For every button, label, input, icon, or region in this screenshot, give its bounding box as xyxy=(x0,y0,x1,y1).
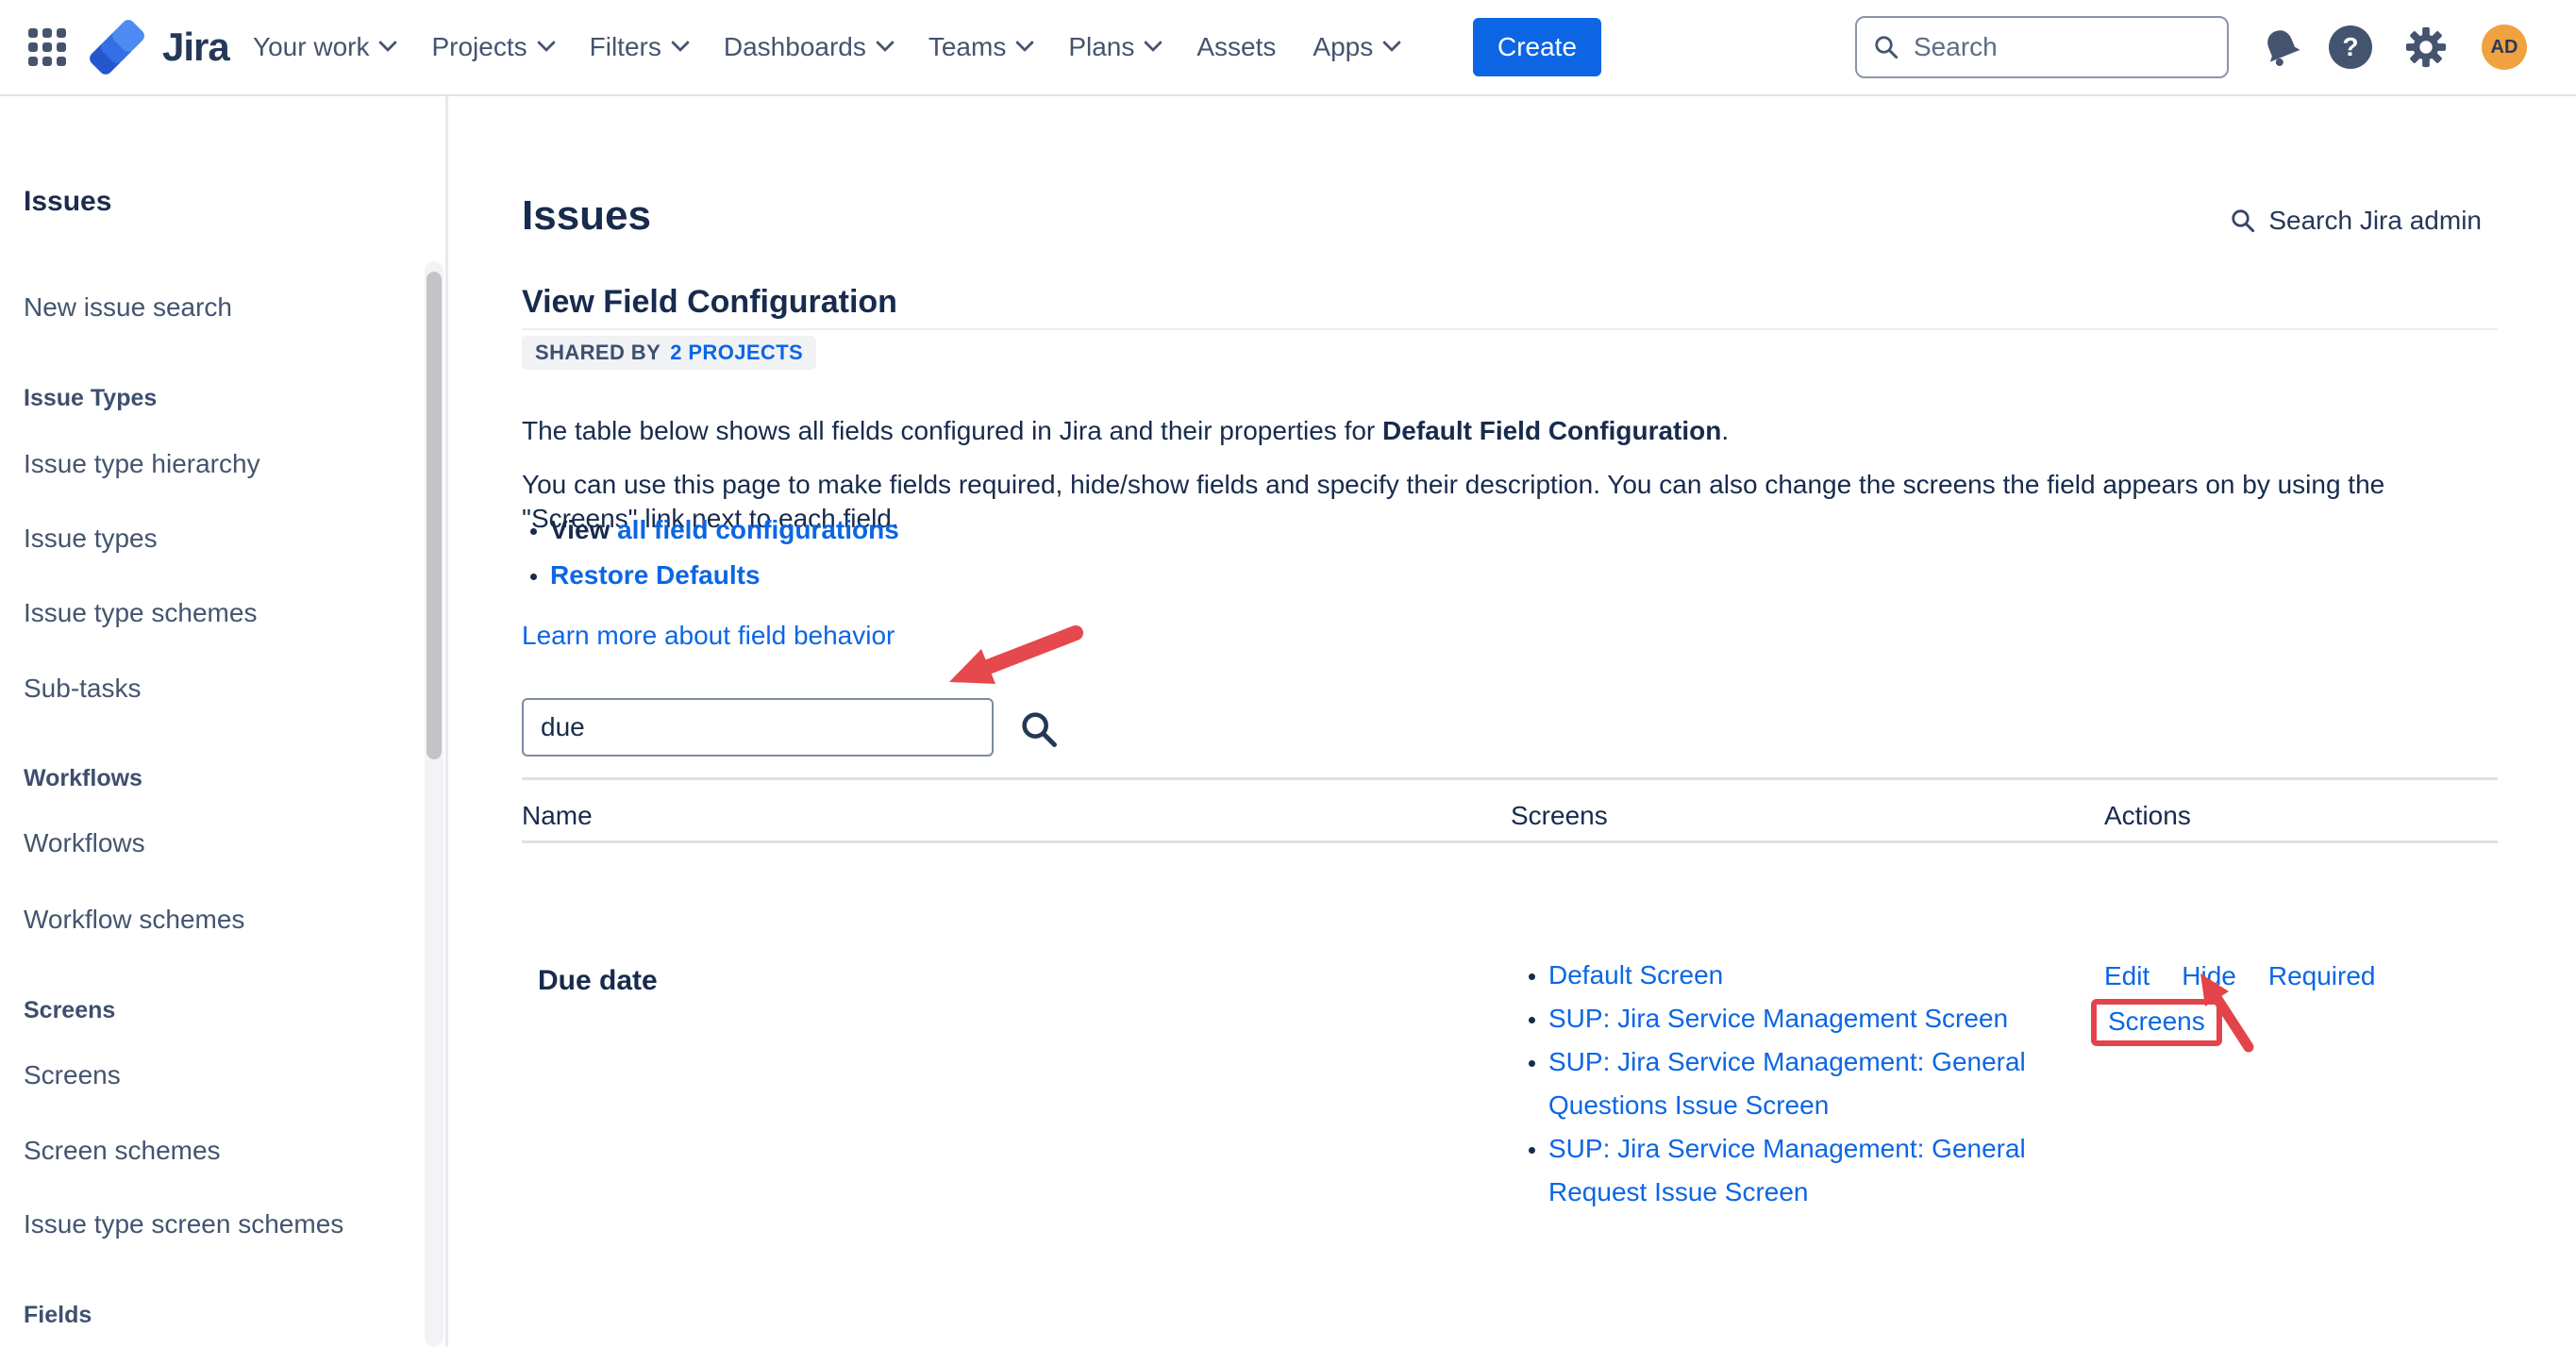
chevron-down-icon xyxy=(876,33,895,52)
page-title: Issues xyxy=(522,191,651,241)
nav-dashboards[interactable]: Dashboards xyxy=(724,32,892,62)
sidebar-item-screen-schemes[interactable]: Screen schemes xyxy=(24,1136,221,1166)
section-title: View Field Configuration xyxy=(522,282,897,322)
field-filter-input[interactable] xyxy=(522,698,994,757)
screens-action-highlight-box: Screens xyxy=(2091,999,2222,1046)
chevron-down-icon xyxy=(1382,33,1401,52)
field-actions-cell: Edit Hide Required Screens xyxy=(2104,939,2498,1214)
column-header-screens: Screens xyxy=(1511,780,2104,840)
jira-admin-screen: Jira Your work Projects Filters Dashboar… xyxy=(0,0,2576,1347)
notifications-button[interactable] xyxy=(2261,0,2302,94)
sidebar-item-screens[interactable]: Screens xyxy=(24,1060,121,1090)
hide-action-link[interactable]: Hide xyxy=(2182,961,2236,991)
sidebar-item-sub-tasks[interactable]: Sub-tasks xyxy=(24,674,142,704)
create-button[interactable]: Create xyxy=(1473,18,1601,76)
field-filter-search-icon[interactable] xyxy=(1017,707,1061,751)
sidebar-item-issue-type-hierarchy[interactable]: Issue type hierarchy xyxy=(24,449,260,479)
all-field-configurations-link[interactable]: all field configurations xyxy=(617,515,899,544)
column-header-name: Name xyxy=(522,780,1511,840)
screen-link-sup-general-request[interactable]: SUP: Jira Service Management: General Re… xyxy=(1548,1134,2026,1206)
search-jira-admin-link[interactable]: Search Jira admin xyxy=(2229,206,2482,236)
main-content: Search Jira admin Issues View Field Conf… xyxy=(451,96,2576,1347)
shared-projects-link[interactable]: 2 PROJECTS xyxy=(670,341,803,365)
sidebar-scrollbar-thumb[interactable] xyxy=(427,272,442,759)
chevron-down-icon xyxy=(1015,33,1034,52)
list-item: SUP: Jira Service Management: General Re… xyxy=(1548,1127,2038,1214)
chevron-down-icon xyxy=(671,33,690,52)
column-header-actions: Actions xyxy=(2104,780,2498,840)
screen-link-default[interactable]: Default Screen xyxy=(1548,960,1723,989)
chevron-down-icon xyxy=(379,33,398,52)
list-item-view-configurations: View all field configurations xyxy=(550,511,899,549)
nav-teams[interactable]: Teams xyxy=(928,32,1031,62)
chevron-down-icon xyxy=(537,33,556,52)
screen-link-sup-general-questions[interactable]: SUP: Jira Service Management: General Qu… xyxy=(1548,1047,2026,1120)
list-item-restore-defaults: Restore Defaults xyxy=(550,557,899,594)
list-item: SUP: Jira Service Management: General Qu… xyxy=(1548,1040,2038,1127)
admin-sidebar: Issues New issue search Issue Types Issu… xyxy=(0,96,448,1347)
table-row: Due date Default Screen SUP: Jira Servic… xyxy=(522,939,2498,1214)
app-switcher-icon[interactable] xyxy=(28,28,66,66)
question-mark-icon: ? xyxy=(2329,25,2372,69)
sidebar-item-issue-types[interactable]: Issue types xyxy=(24,524,158,554)
search-icon xyxy=(1872,33,1900,61)
sidebar-title: Issues xyxy=(24,186,111,218)
jira-logo[interactable]: Jira xyxy=(89,17,229,77)
gear-icon xyxy=(2404,25,2448,69)
sidebar-item-new-issue-search[interactable]: New issue search xyxy=(24,292,232,323)
bell-icon xyxy=(2261,25,2302,70)
screens-action-link[interactable]: Screens xyxy=(2108,1006,2205,1036)
sidebar-heading-workflows: Workflows xyxy=(24,765,142,792)
divider xyxy=(522,328,2498,330)
settings-button[interactable] xyxy=(2404,0,2448,94)
option-list: View all field configurations Restore De… xyxy=(522,511,899,602)
primary-nav: Your work Projects Filters Dashboards Te… xyxy=(253,0,1398,94)
global-search-input[interactable] xyxy=(1912,31,2180,63)
sidebar-item-workflow-schemes[interactable]: Workflow schemes xyxy=(24,905,244,935)
profile-button[interactable]: AD xyxy=(2482,0,2527,94)
learn-more-link[interactable]: Learn more about field behavior xyxy=(522,621,895,651)
list-item: SUP: Jira Service Management Screen xyxy=(1548,997,2038,1040)
sidebar-item-workflows[interactable]: Workflows xyxy=(24,828,145,858)
shared-by-badge: SHARED BY 2 PROJECTS xyxy=(522,336,816,370)
nav-projects[interactable]: Projects xyxy=(431,32,552,62)
field-screens-cell: Default Screen SUP: Jira Service Managem… xyxy=(1511,939,2104,1214)
help-button[interactable]: ? xyxy=(2329,0,2372,94)
nav-assets[interactable]: Assets xyxy=(1196,32,1276,62)
nav-apps[interactable]: Apps xyxy=(1313,32,1398,62)
sidebar-item-issue-type-screen-schemes[interactable]: Issue type screen schemes xyxy=(24,1209,343,1239)
screen-link-sup-jsm[interactable]: SUP: Jira Service Management Screen xyxy=(1548,1004,2008,1033)
chevron-down-icon xyxy=(1144,33,1163,52)
field-table-header: Name Screens Actions xyxy=(522,780,2498,843)
jira-logo-icon xyxy=(89,18,149,76)
sidebar-heading-fields: Fields xyxy=(24,1302,92,1329)
global-search[interactable] xyxy=(1855,16,2229,78)
nav-filters[interactable]: Filters xyxy=(590,32,687,62)
avatar: AD xyxy=(2482,25,2527,70)
nav-your-work[interactable]: Your work xyxy=(253,32,394,62)
intro-paragraph: The table below shows all fields configu… xyxy=(522,413,2498,449)
required-action-link[interactable]: Required xyxy=(2268,961,2376,991)
search-icon xyxy=(2229,207,2257,235)
restore-defaults-link[interactable]: Restore Defaults xyxy=(550,560,761,590)
sidebar-heading-issue-types: Issue Types xyxy=(24,385,157,412)
top-navigation-bar: Jira Your work Projects Filters Dashboar… xyxy=(0,0,2576,96)
sidebar-heading-screens: Screens xyxy=(24,997,115,1024)
jira-wordmark: Jira xyxy=(162,25,229,70)
edit-action-link[interactable]: Edit xyxy=(2104,961,2149,991)
sidebar-item-issue-type-schemes[interactable]: Issue type schemes xyxy=(24,598,257,628)
field-name: Due date xyxy=(522,939,1511,1214)
nav-plans[interactable]: Plans xyxy=(1068,32,1160,62)
list-item: Default Screen xyxy=(1548,954,2038,997)
